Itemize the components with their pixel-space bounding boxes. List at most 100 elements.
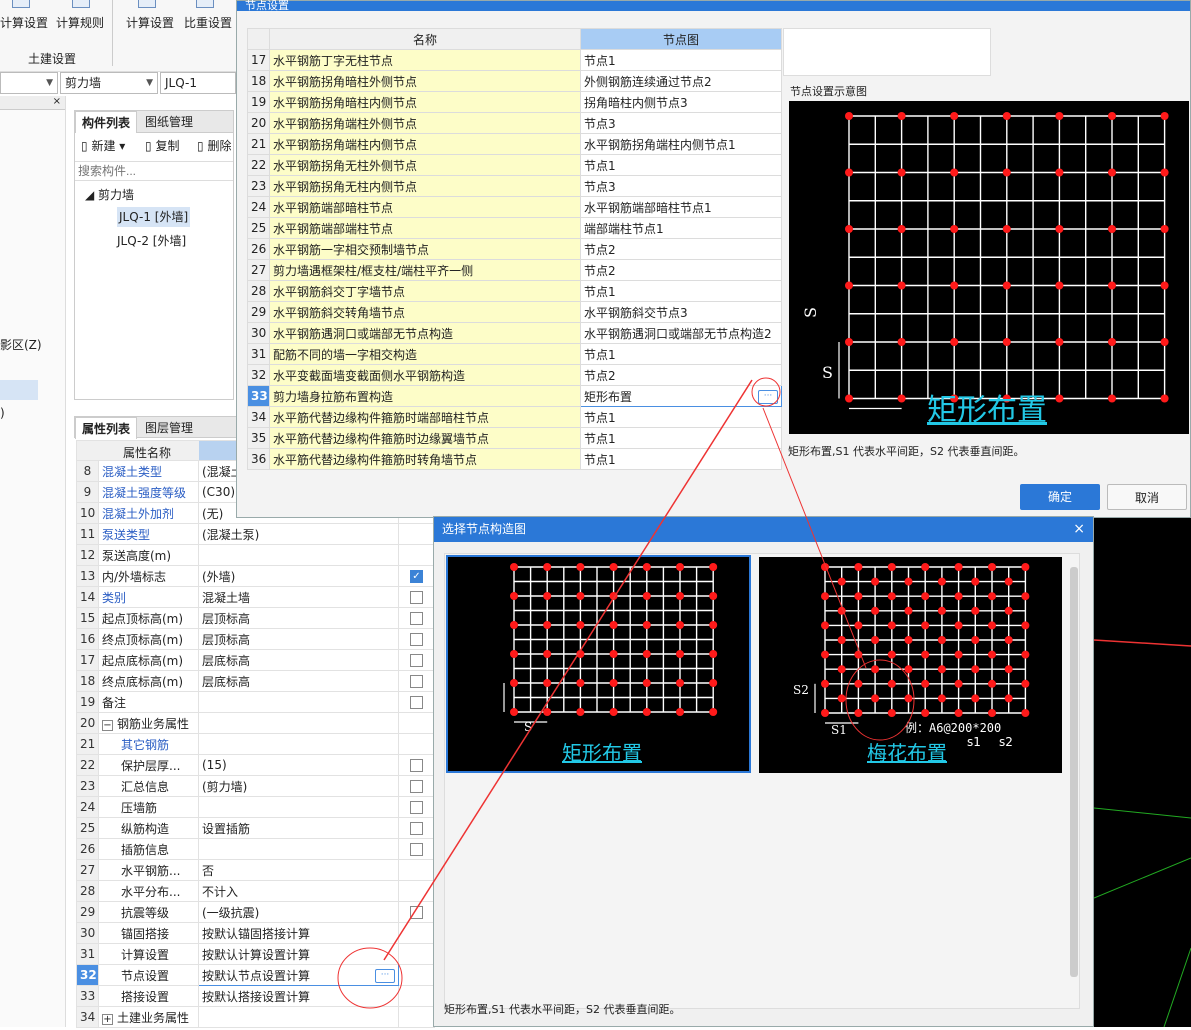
property-row[interactable]: 29 抗震等级 (一级抗震): [76, 901, 435, 923]
property-value[interactable]: (剪力墙): [198, 775, 399, 797]
tree-item-jlq2[interactable]: JLQ-2 [外墙]: [117, 231, 186, 251]
ellipsis-button[interactable]: ···: [758, 389, 778, 404]
node-row[interactable]: 27 剪力墙遇框架柱/框支柱/端柱平齐一侧 节点2: [247, 259, 782, 281]
option-rect[interactable]: 矩形布置 S: [446, 555, 751, 773]
checkbox[interactable]: [410, 906, 423, 919]
node-value[interactable]: 节点1: [580, 406, 782, 428]
property-value[interactable]: 层顶标高: [198, 607, 399, 629]
property-row[interactable]: 20− 钢筋业务属性: [76, 712, 435, 734]
property-value[interactable]: 按默认锚固搭接计算: [198, 922, 399, 944]
search-input[interactable]: [75, 161, 233, 181]
combo-component[interactable]: JLQ-1: [160, 72, 236, 94]
node-value[interactable]: 拐角暗柱内侧节点3: [580, 91, 782, 113]
property-row[interactable]: 23 汇总信息 (剪力墙): [76, 775, 435, 797]
property-row[interactable]: 14 类别 混凝土墙: [76, 586, 435, 608]
ok-button[interactable]: 确定: [1020, 484, 1100, 510]
node-value[interactable]: 节点1: [580, 448, 782, 470]
property-value[interactable]: 不计入: [198, 880, 399, 902]
node-row[interactable]: 18 水平钢筋拐角暗柱外侧节点 外侧钢筋连续通过节点2: [247, 70, 782, 92]
checkbox[interactable]: [410, 591, 423, 604]
node-value[interactable]: 节点1: [580, 343, 782, 365]
checkbox[interactable]: [410, 780, 423, 793]
property-value[interactable]: 按默认计算设置计算: [198, 943, 399, 965]
node-value[interactable]: 节点2: [580, 364, 782, 386]
node-row[interactable]: 28 水平钢筋斜交丁字墙节点 节点1: [247, 280, 782, 302]
node-value[interactable]: 水平钢筋端部暗柱节点1: [580, 196, 782, 218]
node-row[interactable]: 32 水平变截面墙变截面侧水平钢筋构造 节点2: [247, 364, 782, 386]
property-row[interactable]: 25 纵筋构造 设置插筋: [76, 817, 435, 839]
tree-group[interactable]: ◢ 剪力墙: [85, 185, 134, 205]
property-value[interactable]: (一级抗震): [198, 901, 399, 923]
property-row[interactable]: 15 起点顶标高(m) 层顶标高: [76, 607, 435, 629]
checkbox[interactable]: [410, 633, 423, 646]
property-row[interactable]: 27 水平钢筋... 否: [76, 859, 435, 881]
left-selected-item[interactable]: [0, 380, 38, 400]
node-value[interactable]: 水平钢筋拐角端柱内侧节点1: [580, 133, 782, 155]
dialog2-scrollbar[interactable]: [1070, 567, 1078, 977]
close-icon[interactable]: ×: [1073, 517, 1085, 542]
node-row[interactable]: 22 水平钢筋拐角无柱外侧节点 节点1: [247, 154, 782, 176]
tab-drawing-manage[interactable]: 图纸管理: [139, 111, 199, 133]
copy-button[interactable]: ▯ 复制: [145, 137, 179, 154]
property-row[interactable]: 16 终点顶标高(m) 层顶标高: [76, 628, 435, 650]
property-value[interactable]: 否: [198, 859, 399, 881]
node-row[interactable]: 35 水平筋代替边缘构件箍筋时边缘翼墙节点 节点1: [247, 427, 782, 449]
node-value[interactable]: 水平钢筋斜交节点3: [580, 301, 782, 323]
node-row[interactable]: 24 水平钢筋端部暗柱节点 水平钢筋端部暗柱节点1: [247, 196, 782, 218]
density-settings-button[interactable]: 比重设置: [184, 14, 232, 31]
node-row[interactable]: 34 水平筋代替边缘构件箍筋时端部暗柱节点 节点1: [247, 406, 782, 428]
node-value[interactable]: 节点3: [580, 175, 782, 197]
property-row[interactable]: 17 起点底标高(m) 层底标高: [76, 649, 435, 671]
combo-empty[interactable]: ▼: [0, 72, 58, 94]
node-value[interactable]: 节点1: [580, 49, 782, 71]
expand-icon[interactable]: −: [102, 719, 113, 731]
node-row[interactable]: 30 水平钢筋遇洞口或端部无节点构造 水平钢筋遇洞口或端部无节点构造2: [247, 322, 782, 344]
node-value[interactable]: 节点1: [580, 427, 782, 449]
node-row[interactable]: 20 水平钢筋拐角端柱外侧节点 节点3: [247, 112, 782, 134]
node-row[interactable]: 25 水平钢筋端部端柱节点 端部端柱节点1: [247, 217, 782, 239]
node-value[interactable]: 节点1: [580, 280, 782, 302]
checkbox[interactable]: [410, 675, 423, 688]
property-value[interactable]: [198, 691, 399, 713]
calc-settings-button[interactable]: 计算设置: [0, 14, 48, 31]
tab-layer-manage[interactable]: 图层管理: [139, 417, 199, 439]
property-row[interactable]: 24 压墙筋: [76, 796, 435, 818]
property-value[interactable]: (混凝土泵): [198, 523, 399, 545]
property-row[interactable]: 34 + 土建业务属性: [76, 1006, 435, 1028]
combo-type[interactable]: 剪力墙 ▼: [60, 72, 158, 94]
property-value[interactable]: [198, 1006, 399, 1028]
property-row[interactable]: 30 锚固搭接 按默认锚固搭接计算: [76, 922, 435, 944]
close-icon[interactable]: ×: [0, 96, 65, 110]
node-row[interactable]: 26 水平钢筋一字相交预制墙节点 节点2: [247, 238, 782, 260]
property-row[interactable]: 33 搭接设置 按默认搭接设置计算: [76, 985, 435, 1007]
checkbox[interactable]: [410, 612, 423, 625]
delete-button[interactable]: ▯ 删除: [197, 137, 231, 154]
property-value[interactable]: 按默认搭接设置计算: [198, 985, 399, 1007]
cancel-button[interactable]: 取消: [1107, 484, 1187, 510]
property-row[interactable]: 32 节点设置 按默认节点设置计算 ···: [76, 964, 435, 986]
checkbox[interactable]: [410, 843, 423, 856]
property-value[interactable]: 层底标高: [198, 670, 399, 692]
property-value[interactable]: [198, 712, 399, 734]
calc-rules-button[interactable]: 计算规则: [56, 14, 104, 31]
node-row[interactable]: 17 水平钢筋丁字无柱节点 节点1: [247, 49, 782, 71]
property-row[interactable]: 22 保护层厚... (15): [76, 754, 435, 776]
node-row[interactable]: 29 水平钢筋斜交转角墙节点 水平钢筋斜交节点3: [247, 301, 782, 323]
cad-canvas[interactable]: [1093, 518, 1191, 1028]
property-row[interactable]: 28 水平分布... 不计入: [76, 880, 435, 902]
property-row[interactable]: 26 插筋信息: [76, 838, 435, 860]
node-value[interactable]: 节点2: [580, 238, 782, 260]
property-row[interactable]: 11 泵送类型 (混凝土泵): [76, 523, 435, 545]
node-value[interactable]: 节点3: [580, 112, 782, 134]
property-row[interactable]: 19 备注: [76, 691, 435, 713]
property-row[interactable]: 13 内/外墙标志 (外墙) ✓: [76, 565, 435, 587]
node-value[interactable]: 水平钢筋遇洞口或端部无节点构造2: [580, 322, 782, 344]
checkbox[interactable]: [410, 801, 423, 814]
tree-item-jlq1[interactable]: JLQ-1 [外墙]: [117, 207, 191, 227]
node-value[interactable]: 外侧钢筋连续通过节点2: [580, 70, 782, 92]
tab-property-list[interactable]: 属性列表: [75, 417, 138, 439]
expand-icon[interactable]: +: [102, 1013, 113, 1025]
calc-settings-button-2[interactable]: 计算设置: [126, 14, 174, 31]
property-value[interactable]: 设置插筋: [198, 817, 399, 839]
node-value[interactable]: 节点2: [580, 259, 782, 281]
